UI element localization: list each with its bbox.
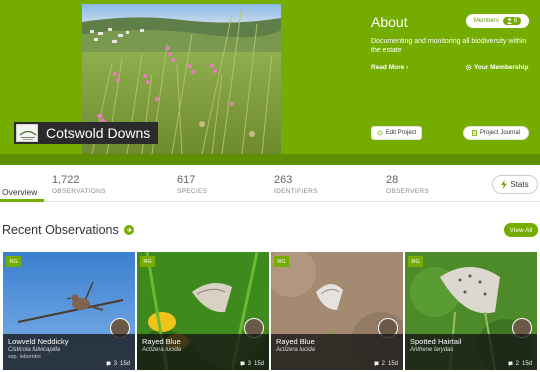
stat-observations-value: 1,722 (52, 174, 80, 186)
project-journal-button[interactable]: Project Journal (463, 126, 529, 140)
lightning-icon (501, 180, 508, 189)
research-grade-badge: RG (140, 256, 155, 267)
recent-observations-heading[interactable]: Recent Observations (2, 223, 134, 237)
observation-caption: Rayed Blue Actizera lucida 3 15d (137, 334, 269, 370)
observation-age: 15d (521, 361, 532, 367)
gear-icon (377, 130, 383, 136)
identification-count: 3 (113, 361, 117, 367)
members-count-chip: 8 (502, 17, 522, 25)
stat-observers-value: 28 (386, 174, 399, 186)
observation-age: 15d (119, 361, 130, 367)
stat-species-label: SPECIES (177, 188, 208, 195)
project-logo (16, 124, 38, 142)
tab-overview-indicator (0, 199, 44, 202)
stat-identifiers-label: IDENTIFIERS (274, 188, 318, 195)
scientific-name: Anthene larydas (410, 347, 454, 353)
read-more-link[interactable]: Read More › (371, 64, 408, 71)
common-name: Rayed Blue (142, 337, 181, 346)
your-membership-link[interactable]: Your Membership (465, 64, 528, 71)
project-journal-label: Project Journal (479, 130, 521, 136)
scientific-name: Actizera lucida (276, 347, 316, 353)
tab-overview[interactable]: Overview (2, 187, 37, 197)
research-grade-badge: RG (274, 256, 289, 267)
stat-species-value: 617 (177, 174, 196, 186)
observation-card[interactable]: RG Lowveld Neddicky Cisticola fulvicapil… (3, 252, 135, 370)
members-label: Members (473, 18, 499, 24)
comment-icon (374, 361, 379, 367)
stats-button-label: Stats (510, 180, 529, 189)
project-title: Cotswold Downs (46, 125, 151, 141)
your-membership-label: Your Membership (474, 64, 529, 71)
recent-observations-title: Recent Observations (2, 223, 119, 237)
stat-identifiers[interactable]: 263 IDENTIFIERS (274, 174, 318, 196)
members-button[interactable]: Members 8 (466, 14, 529, 28)
common-name: Lowveld Neddicky (8, 337, 69, 346)
stats-bar: Overview 1,722 OBSERVATIONS 617 SPECIES … (0, 165, 540, 202)
subspecies: ssp. lebombo (8, 354, 41, 360)
observation-age: 15d (387, 361, 398, 367)
comment-icon (106, 361, 111, 367)
scientific-name: Cisticola fulvicapilla (8, 347, 61, 353)
journal-icon (472, 130, 477, 136)
edit-project-button[interactable]: Edit Project (371, 126, 422, 140)
stat-species[interactable]: 617 SPECIES (177, 174, 208, 196)
observation-caption: Spotted Hairtail Anthene larydas 2 15d (405, 334, 537, 370)
observation-caption: Rayed Blue Actizera lucida 2 15d (271, 334, 403, 370)
research-grade-badge: RG (408, 256, 423, 267)
identification-count: 3 (247, 361, 251, 367)
stat-observations-label: OBSERVATIONS (52, 188, 106, 195)
comment-icon (508, 361, 513, 367)
about-heading: About (371, 14, 408, 30)
common-name: Spotted Hairtail (410, 337, 462, 346)
research-grade-badge: RG (6, 256, 21, 267)
observation-card[interactable]: RG Rayed Blue Actizera lucida 2 15d (271, 252, 403, 370)
view-all-button[interactable]: View All (504, 223, 538, 237)
observation-card[interactable]: RG Rayed Blue Actizera lucida 3 15d (137, 252, 269, 370)
observation-meta: 2 15d (374, 361, 398, 367)
observation-age: 15d (253, 361, 264, 367)
stat-identifiers-value: 263 (274, 174, 293, 186)
comment-icon (240, 361, 245, 367)
observation-meta: 3 15d (240, 361, 264, 367)
observation-card[interactable]: RG Spotted Hairtail Anthene larydas 2 15… (405, 252, 537, 370)
stats-button[interactable]: Stats (492, 175, 538, 194)
stat-observations[interactable]: 1,722 OBSERVATIONS (52, 174, 106, 196)
project-description: Documenting and monitoring all biodivers… (371, 38, 527, 54)
project-title-box[interactable]: Cotswold Downs (14, 122, 159, 144)
common-name: Rayed Blue (276, 337, 315, 346)
identification-count: 2 (515, 361, 519, 367)
banner-bottom-band (0, 154, 540, 165)
observation-meta: 2 15d (508, 361, 532, 367)
edit-project-label: Edit Project (385, 130, 417, 136)
identification-count: 2 (381, 361, 385, 367)
person-icon (506, 18, 512, 24)
observation-meta: 3 15d (106, 361, 130, 367)
members-count: 8 (513, 18, 518, 24)
scientific-name: Actizera lucida (142, 347, 182, 353)
observation-caption: Lowveld Neddicky Cisticola fulvicapilla … (3, 334, 135, 370)
gear-icon (465, 64, 472, 71)
stat-observers[interactable]: 28 OBSERVERS (386, 174, 430, 196)
arrow-right-icon[interactable] (123, 225, 134, 235)
stat-observers-label: OBSERVERS (386, 188, 430, 195)
